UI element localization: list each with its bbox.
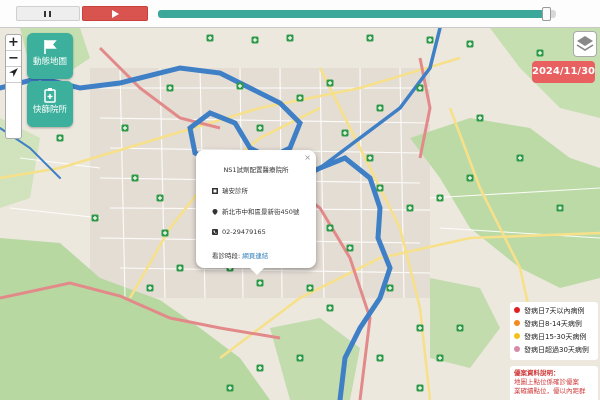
- legend-swatch: [514, 333, 520, 339]
- play-button[interactable]: [82, 6, 148, 21]
- building-icon: [212, 188, 218, 194]
- zoom-in-button[interactable]: +: [6, 35, 21, 51]
- clipboard-icon: [44, 88, 56, 103]
- play-icon: [112, 10, 119, 18]
- legend-label: 發病日超過30天病例: [524, 346, 589, 354]
- info-line: 地圖上點位係確診優案: [514, 378, 579, 386]
- legend-label: 發病日7天以內病例: [524, 307, 585, 315]
- date-badge: 2024/11/30: [532, 61, 595, 83]
- popup-close-button[interactable]: ×: [304, 153, 311, 162]
- timeline-slider[interactable]: [158, 7, 556, 21]
- legend-item: 發病日超過30天病例: [514, 344, 594, 357]
- legend-item: 發病日15-30天病例: [514, 331, 594, 344]
- pause-button[interactable]: [16, 6, 80, 21]
- layers-icon: [576, 36, 594, 51]
- zoom-control: + −: [5, 34, 22, 139]
- popup-phone-row: 02-29479165: [212, 228, 266, 236]
- locate-arrow-icon: [9, 68, 18, 77]
- popup-phone: 02-29479165: [222, 228, 266, 236]
- info-line: 業確續點位，優以內距群: [514, 387, 586, 395]
- popup-address: 新北市中和區景新街450號: [222, 208, 300, 216]
- rapid-clinic-label: 快篩院所: [32, 105, 67, 115]
- popup-hours-label: 看診時段:: [212, 252, 241, 260]
- data-info-panel: 優案資料說明： 地圖上點位係確診優案 業確續點位，優以內距群: [510, 366, 598, 400]
- playback-bar: [0, 0, 600, 28]
- legend-item: 發病日7天以內病例: [514, 305, 594, 318]
- popup-hours-link[interactable]: 網頁連結: [242, 252, 268, 260]
- phone-icon: [212, 229, 218, 235]
- timeline-progress: [158, 10, 547, 18]
- popup-title: NS1試劑配置醫療院所: [223, 166, 289, 174]
- popup-clinic-name-row: 瑞安診所: [212, 185, 248, 195]
- legend-swatch: [514, 307, 520, 313]
- flag-icon: [44, 40, 57, 54]
- popup-tip: [250, 268, 264, 275]
- popup-hours-row: 看診時段: 網頁連結: [212, 250, 268, 260]
- pause-icon: [44, 11, 46, 17]
- animation-map-label: 動態地圖: [32, 57, 67, 67]
- popup-address-row: 新北市中和區景新街450號: [212, 206, 299, 216]
- animation-map-button[interactable]: 動態地圖: [27, 33, 73, 79]
- zoom-out-button[interactable]: −: [6, 51, 21, 67]
- legend-label: 發病日15-30天病例: [524, 333, 587, 341]
- info-heading: 優案資料說明：: [514, 369, 560, 377]
- pause-icon-bar: [49, 11, 51, 17]
- popup-clinic-name: 瑞安診所: [222, 187, 248, 195]
- locate-button[interactable]: [6, 67, 21, 83]
- case-legend: 發病日7天以內病例 發病日8-14天病例 發病日15-30天病例 發病日超過30…: [510, 302, 598, 360]
- clinic-popup: × NS1試劑配置醫療院所 瑞安診所 新北市中和區景新街450號 02-2947…: [196, 150, 316, 275]
- legend-item: 發病日8-14天病例: [514, 318, 594, 331]
- zoom-slider-area: [6, 83, 21, 138]
- legend-swatch: [514, 320, 520, 326]
- rapid-clinic-button[interactable]: 快篩院所: [27, 81, 73, 127]
- layers-button[interactable]: [573, 31, 597, 57]
- legend-swatch: [514, 346, 520, 352]
- legend-label: 發病日8-14天病例: [524, 320, 582, 328]
- timeline-handle[interactable]: [542, 7, 552, 21]
- location-pin-icon: [212, 209, 218, 215]
